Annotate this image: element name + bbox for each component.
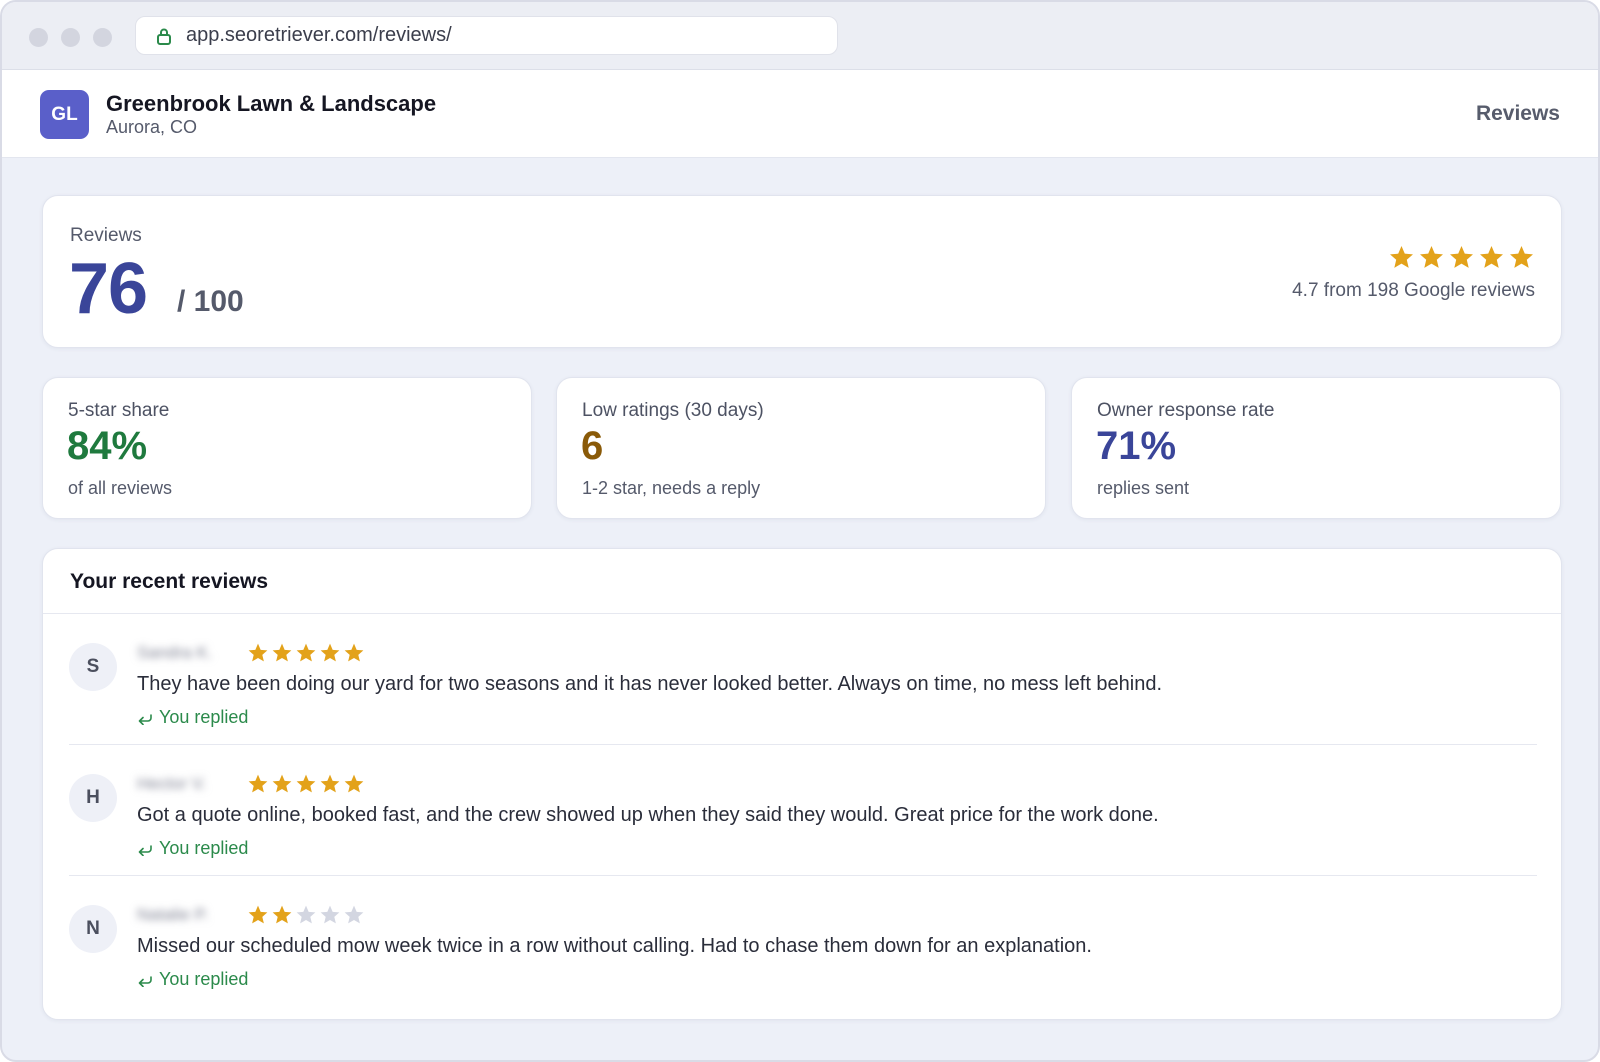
star-icon-empty (344, 905, 364, 924)
reply-label: You replied (159, 707, 249, 727)
browser-window: app.seoretriever.com/reviews/ GL Greenbr… (0, 0, 1600, 1062)
score-max: / 100 (177, 285, 244, 318)
review-item[interactable]: H Hector V. Got a quote online, booked f… (69, 746, 1537, 876)
window-maximize-dot[interactable] (93, 28, 112, 47)
star-icon-filled (248, 643, 268, 662)
divider (43, 613, 1561, 614)
review-stars (247, 642, 365, 664)
review-item[interactable]: N Natalie P. Missed our scheduled mow we… (69, 877, 1537, 1007)
star-icon-filled (248, 774, 268, 793)
reviewer-name-blurred: Sandra K. (137, 643, 213, 662)
reviewer-avatar: S (69, 643, 117, 691)
review-text: Got a quote online, booked fast, and the… (137, 804, 1159, 826)
reply-label: You replied (159, 838, 249, 858)
stat-label: Low ratings (30 days) (582, 400, 764, 421)
rating-stars (1388, 244, 1535, 271)
star-icon-filled (296, 643, 316, 662)
recent-reviews-card: Your recent reviews S Sandra K. They hav… (42, 548, 1562, 1020)
score-value: 76 (69, 249, 148, 329)
address-bar[interactable]: app.seoretriever.com/reviews/ (135, 16, 838, 55)
stat-sub: replies sent (1097, 478, 1190, 498)
review-stars (247, 904, 365, 926)
nav-reviews-link[interactable]: Reviews (1476, 102, 1560, 126)
window-minimize-dot[interactable] (61, 28, 80, 47)
review-item[interactable]: S Sandra K. They have been doing our yar… (69, 615, 1537, 745)
stat-sub: 1-2 star, needs a reply (582, 478, 761, 498)
reviewer-avatar: N (69, 905, 117, 953)
star-icon-filled (344, 774, 364, 793)
reply-status[interactable]: You replied (137, 838, 248, 859)
star-icon-filled (1420, 246, 1443, 268)
review-stars (247, 773, 365, 795)
review-text: They have been doing our yard for two se… (137, 673, 1163, 695)
reply-arrow-icon (138, 975, 152, 987)
star-icon-filled (320, 774, 340, 793)
star-icon-empty (296, 905, 316, 924)
business-location: Aurora, CO (106, 117, 198, 137)
star-icon-filled (344, 643, 364, 662)
star-icon-filled (1480, 246, 1503, 268)
stat-card-response-rate: Owner response rate 71% replies sent (1071, 377, 1561, 519)
star-icon-filled (1450, 246, 1473, 268)
business-name: Greenbrook Lawn & Landscape (106, 91, 437, 116)
stat-sub: of all reviews (68, 478, 173, 498)
reply-status[interactable]: You replied (137, 969, 248, 990)
star-icon-filled (1510, 246, 1533, 268)
star-icon-filled (272, 905, 292, 924)
review-text: Missed our scheduled mow week twice in a… (137, 935, 1092, 957)
reviewer-avatar: H (69, 774, 117, 822)
stat-label: 5-star share (68, 400, 170, 421)
stat-value: 6 (581, 424, 604, 468)
star-icon-filled (248, 905, 268, 924)
window-close-dot[interactable] (29, 28, 48, 47)
star-icon-filled (272, 774, 292, 793)
stat-label: Owner response rate (1097, 400, 1275, 421)
star-icon-filled (320, 643, 340, 662)
reply-label: You replied (159, 969, 249, 989)
reviewer-name-blurred: Natalie P. (137, 905, 209, 924)
stat-card-five-star-share: 5-star share 84% of all reviews (42, 377, 532, 519)
star-icon-filled (1390, 246, 1413, 268)
rating-summary: 4.7 from 198 Google reviews (1292, 280, 1535, 301)
stat-value: 84% (67, 424, 148, 468)
reply-status[interactable]: You replied (137, 707, 248, 728)
divider (69, 875, 1537, 876)
stat-card-low-ratings: Low ratings (30 days) 6 1-2 star, needs … (556, 377, 1046, 519)
star-icon-filled (272, 643, 292, 662)
divider (69, 744, 1537, 745)
reviews-score-card: Reviews 76 / 100 4.7 from 198 Google rev… (42, 195, 1562, 348)
star-icon-empty (320, 905, 340, 924)
reply-arrow-icon (138, 713, 152, 725)
app-header: GL Greenbrook Lawn & Landscape Aurora, C… (2, 70, 1598, 158)
star-icon-filled (296, 774, 316, 793)
score-label: Reviews (70, 225, 142, 246)
url-text: app.seoretriever.com/reviews/ (186, 24, 452, 46)
recent-reviews-title: Your recent reviews (70, 570, 269, 593)
reply-arrow-icon (138, 844, 152, 856)
browser-chrome: app.seoretriever.com/reviews/ (2, 2, 1598, 70)
reviewer-name-blurred: Hector V. (137, 774, 207, 793)
lock-icon (157, 28, 171, 45)
stat-value: 71% (1096, 424, 1177, 468)
business-avatar: GL (40, 90, 89, 139)
